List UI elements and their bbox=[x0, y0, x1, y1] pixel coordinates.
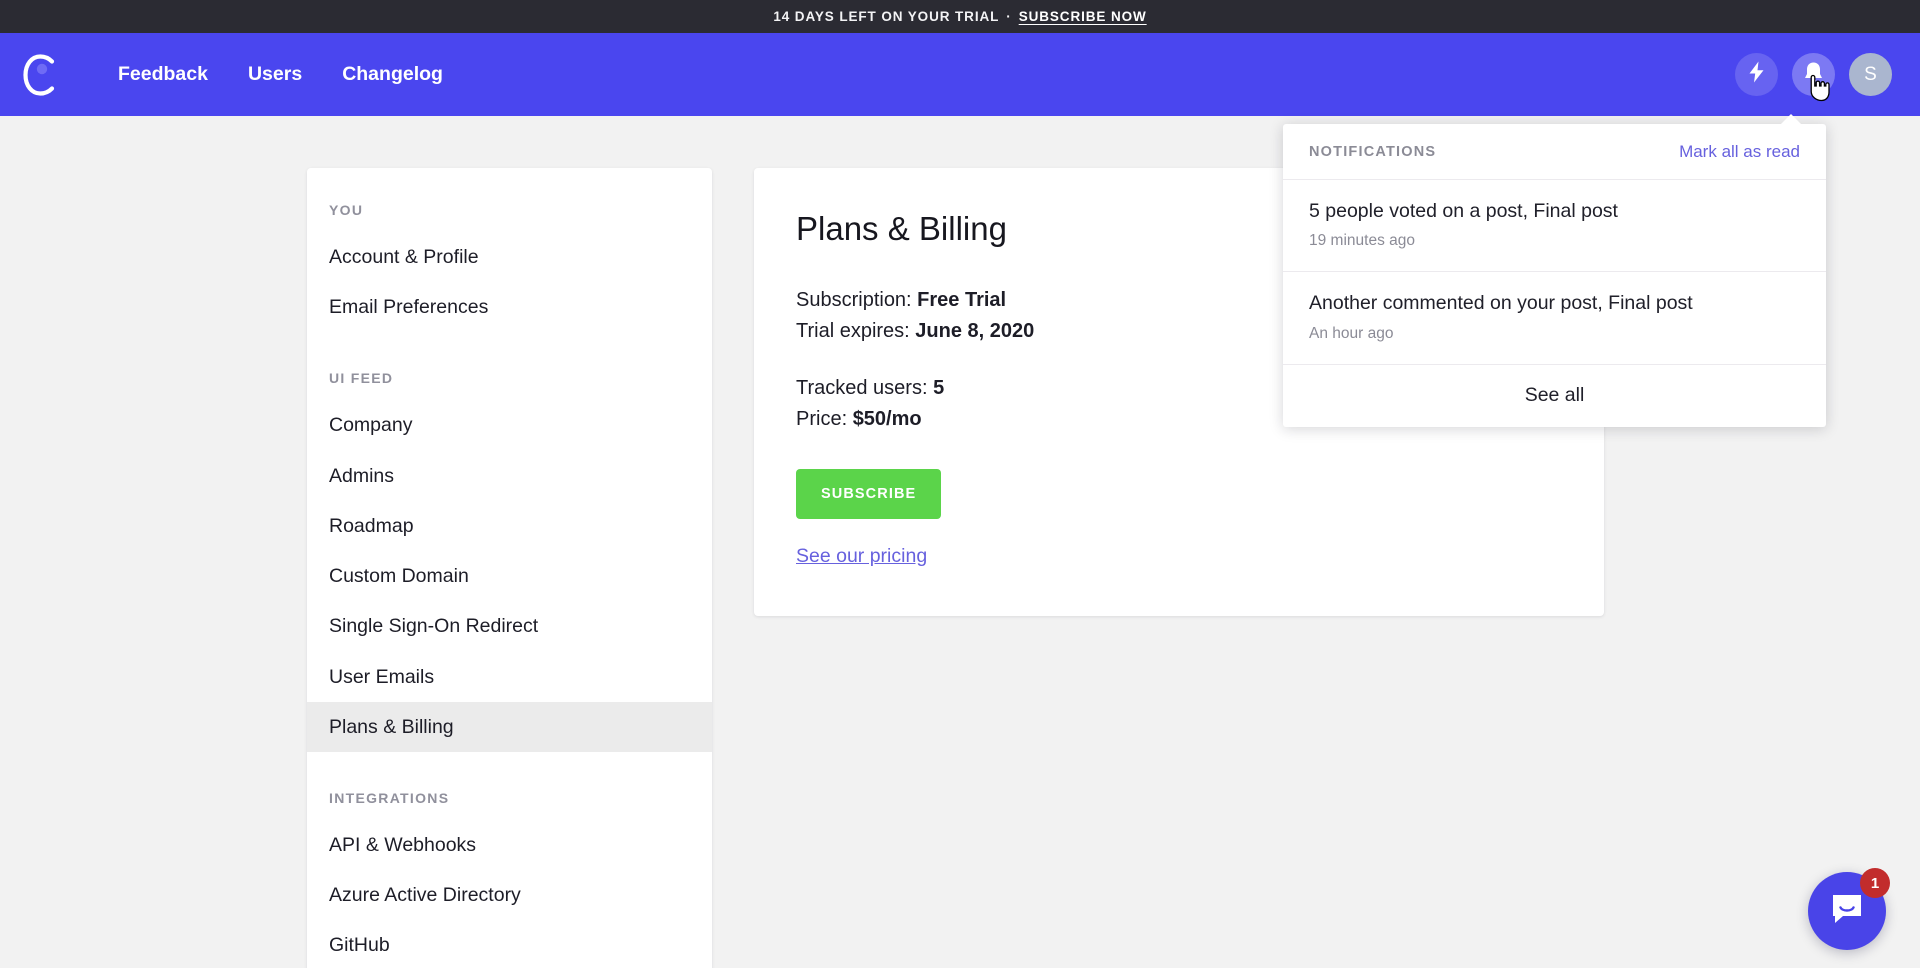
notification-time: An hour ago bbox=[1309, 324, 1394, 342]
lightning-bolt-icon bbox=[1748, 61, 1765, 88]
subscription-value: Free Trial bbox=[917, 288, 1007, 311]
nav-links: Feedback Users Changelog bbox=[98, 53, 463, 96]
price-value: $50/mo bbox=[852, 407, 922, 430]
user-avatar[interactable]: S bbox=[1849, 53, 1892, 96]
subscription-label: Subscription: bbox=[796, 288, 918, 311]
sidebar-item-github[interactable]: GitHub bbox=[307, 920, 712, 968]
notifications-dropdown: NOTIFICATIONS Mark all as read 5 people … bbox=[1283, 114, 1826, 427]
trial-expires-label: Trial expires: bbox=[796, 319, 916, 342]
avatar-initial: S bbox=[1864, 63, 1877, 85]
nav-link-feedback[interactable]: Feedback bbox=[98, 53, 228, 96]
trial-banner-separator: · bbox=[1006, 9, 1012, 24]
trial-banner: 14 DAYS LEFT ON YOUR TRIAL · SUBSCRIBE N… bbox=[0, 0, 1920, 33]
sidebar-item-roadmap[interactable]: Roadmap bbox=[307, 501, 712, 551]
notification-item[interactable]: Another commented on your post, Final po… bbox=[1283, 272, 1826, 365]
intercom-chat-icon bbox=[1830, 892, 1864, 931]
sidebar-item-email-preferences[interactable]: Email Preferences bbox=[307, 282, 712, 332]
notifications-header: NOTIFICATIONS Mark all as read bbox=[1283, 124, 1826, 180]
nav-link-users[interactable]: Users bbox=[228, 53, 322, 96]
notification-time: 19 minutes ago bbox=[1309, 232, 1415, 250]
price-label: Price: bbox=[796, 407, 853, 430]
dropdown-arrow-icon bbox=[1780, 114, 1802, 125]
subscribe-button[interactable]: SUBSCRIBE bbox=[796, 468, 942, 519]
navbar-actions: S bbox=[1735, 53, 1892, 96]
bell-icon bbox=[1803, 61, 1824, 89]
canny-logo[interactable] bbox=[14, 48, 68, 102]
lightning-bolt-button[interactable] bbox=[1735, 53, 1778, 96]
tracked-users-value: 5 bbox=[933, 376, 945, 399]
sidebar-item-custom-domain[interactable]: Custom Domain bbox=[307, 551, 712, 601]
subscribe-now-link[interactable]: SUBSCRIBE NOW bbox=[1019, 9, 1147, 24]
notification-text: 5 people voted on a post, Final post bbox=[1309, 200, 1618, 222]
sidebar-item-company[interactable]: Company bbox=[307, 400, 712, 450]
sidebar-section-title-integrations: INTEGRATIONS bbox=[329, 789, 450, 806]
tracked-users-label: Tracked users: bbox=[796, 376, 934, 399]
notifications-title: NOTIFICATIONS bbox=[1309, 144, 1437, 160]
chat-launcher-button[interactable]: 1 bbox=[1808, 868, 1890, 950]
sidebar-item-api-webhooks[interactable]: API & Webhooks bbox=[307, 820, 712, 870]
sidebar-item-account-profile[interactable]: Account & Profile bbox=[307, 232, 712, 282]
top-navbar: Feedback Users Changelog S bbox=[0, 33, 1920, 116]
see-our-pricing-link[interactable]: See our pricing bbox=[796, 545, 927, 568]
nav-link-changelog[interactable]: Changelog bbox=[322, 53, 463, 96]
chat-unread-badge: 1 bbox=[1860, 868, 1890, 898]
notifications-bell-button[interactable] bbox=[1792, 53, 1835, 96]
sidebar-section-title-ui-feed: UI FEED bbox=[329, 370, 394, 387]
settings-sidebar: YOU Account & Profile Email Preferences … bbox=[307, 168, 712, 968]
see-all-notifications-button[interactable]: See all bbox=[1283, 365, 1826, 427]
mark-all-as-read-link[interactable]: Mark all as read bbox=[1679, 142, 1800, 162]
sidebar-item-azure-active-directory[interactable]: Azure Active Directory bbox=[307, 870, 712, 920]
sidebar-section-title-you: YOU bbox=[329, 202, 364, 218]
notification-text: Another commented on your post, Final po… bbox=[1309, 292, 1693, 315]
sidebar-item-plans-billing[interactable]: Plans & Billing bbox=[307, 701, 712, 752]
sidebar-item-single-sign-on-redirect[interactable]: Single Sign-On Redirect bbox=[307, 601, 712, 651]
notification-item[interactable]: 5 people voted on a post, Final post 19 … bbox=[1283, 180, 1826, 273]
trial-expires-value: June 8, 2020 bbox=[915, 319, 1035, 342]
sidebar-item-admins[interactable]: Admins bbox=[307, 451, 712, 501]
sidebar-item-user-emails[interactable]: User Emails bbox=[307, 652, 712, 702]
trial-banner-text: 14 DAYS LEFT ON YOUR TRIAL bbox=[773, 9, 1000, 24]
